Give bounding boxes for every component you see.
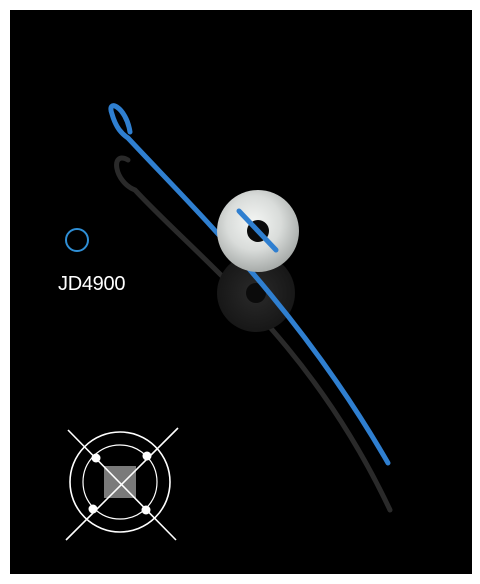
- crossed-square-in-rings-icon: [65, 427, 179, 541]
- corner-dot-top-left: [91, 453, 101, 463]
- corner-dot-bottom-right: [141, 505, 151, 515]
- product-code: JD4900: [58, 273, 126, 295]
- product-image-panel: JD4900: [10, 10, 472, 574]
- corner-dot-bottom-left: [88, 504, 98, 514]
- ring-icon: [65, 228, 89, 252]
- corner-dot-top-right: [142, 451, 152, 461]
